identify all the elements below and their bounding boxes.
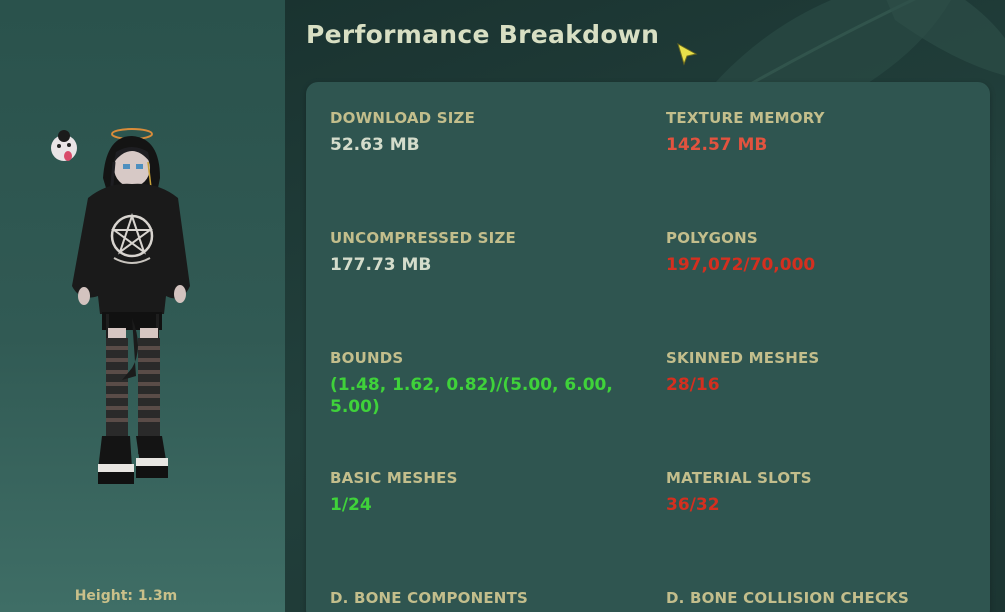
stat-label: D. BONE COLLISION CHECKS [666,589,909,607]
stat-value: 197,072/70,000 [666,255,816,275]
performance-stats-card: DOWNLOAD SIZE 52.63 MB TEXTURE MEMORY 14… [306,82,990,612]
stat-polygons: POLYGONS 197,072/70,000 [666,228,966,276]
cursor-arrow-icon [677,42,698,66]
stat-material-slots: MATERIAL SLOTS 36/32 [666,468,966,516]
stat-value: (1.48, 1.62, 0.82)/(5.00, 6.00, 5.00) [330,375,613,417]
avatar-height-label: Height: 1.3m [74,588,178,604]
stat-label: SKINNED MESHES [666,349,820,367]
stat-texture-memory: TEXTURE MEMORY 142.57 MB [666,108,966,156]
stat-uncompressed-size: UNCOMPRESSED SIZE 177.73 MB [330,228,630,276]
stat-label: BOUNDS [330,349,404,367]
avatar-preview-panel: Height: 1.3m [0,0,286,612]
stat-value: 142.57 MB [666,135,768,155]
stat-dbone-components: D. BONE COMPONENTS [330,588,630,608]
stat-label: UNCOMPRESSED SIZE [330,229,516,247]
stat-value: 28/16 [666,375,720,395]
stat-label: TEXTURE MEMORY [666,109,825,127]
stat-value: 52.63 MB [330,135,420,155]
stat-label: BASIC MESHES [330,469,458,487]
stat-label: POLYGONS [666,229,758,247]
stat-basic-meshes: BASIC MESHES 1/24 [330,468,630,516]
stat-bounds: BOUNDS (1.48, 1.62, 0.82)/(5.00, 6.00, 5… [330,348,630,418]
stat-value: 36/32 [666,495,720,515]
page-title: Performance Breakdown [306,20,660,49]
stat-download-size: DOWNLOAD SIZE 52.63 MB [330,108,630,156]
stat-value: 177.73 MB [330,255,432,275]
avatar-image [51,128,190,484]
stat-dbone-collision-checks: D. BONE COLLISION CHECKS [666,588,966,608]
stat-label: D. BONE COMPONENTS [330,589,528,607]
stat-value: 1/24 [330,495,372,515]
stat-label: DOWNLOAD SIZE [330,109,476,127]
stat-label: MATERIAL SLOTS [666,469,812,487]
stat-skinned-meshes: SKINNED MESHES 28/16 [666,348,966,396]
